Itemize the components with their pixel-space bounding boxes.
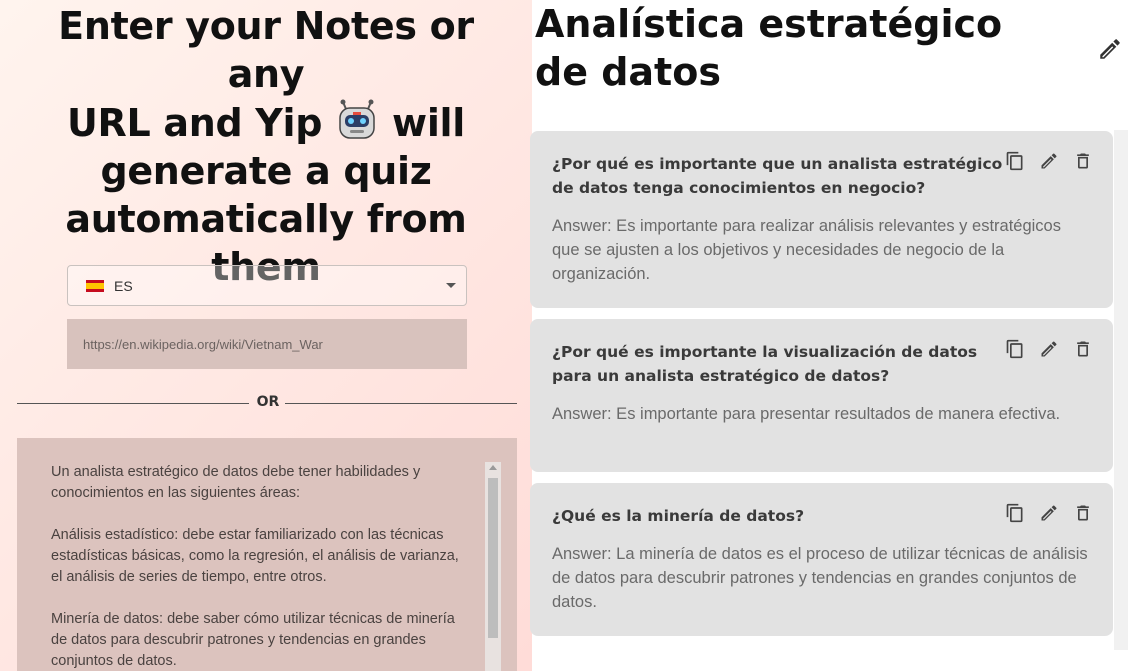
quiz-card-question: ¿Qué es la minería de datos? xyxy=(552,507,805,525)
edit-pencil-icon[interactable] xyxy=(1039,339,1059,359)
edit-title-pencil-icon[interactable] xyxy=(1097,36,1123,62)
quiz-generator-panel: Enter your Notes or any URL and Yip will xyxy=(0,0,532,671)
url-input-placeholder: https://en.wikipedia.org/wiki/Vietnam_Wa… xyxy=(83,336,323,352)
quiz-card-answer: Answer: Es importante para presentar res… xyxy=(552,405,1061,423)
quiz-title: Analística estratégico de datos xyxy=(535,0,1055,96)
copy-icon[interactable] xyxy=(1005,503,1025,523)
quiz-card-question: ¿Por qué es importante la visualización … xyxy=(552,343,978,385)
quiz-card: ¿Qué es la minería de datos? Answer: La … xyxy=(530,483,1113,636)
hero-line-2: URL and Yip will xyxy=(14,98,518,147)
or-divider-label: OR xyxy=(256,394,280,410)
quiz-card: ¿Por qué es importante la visualización … xyxy=(530,319,1113,472)
spain-flag-icon xyxy=(86,279,104,292)
quiz-card-question: ¿Por qué es importante que un analista e… xyxy=(552,155,1003,197)
quiz-title-line-2: de datos xyxy=(535,50,721,94)
quiz-title-line-1: Analística estratégico xyxy=(535,2,1003,46)
hero-line-2-start: URL and Yip xyxy=(67,101,323,145)
delete-trash-icon[interactable] xyxy=(1073,339,1093,359)
robot-icon xyxy=(335,98,379,142)
hero-line-2-end: will xyxy=(392,101,465,145)
notes-textarea[interactable]: Un analista estratégico de datos debe te… xyxy=(17,438,517,671)
scroll-thumb[interactable] xyxy=(488,478,498,638)
edit-pencil-icon[interactable] xyxy=(1039,151,1059,171)
notes-text: Un analista estratégico de datos debe te… xyxy=(51,464,459,669)
quiz-card-answer: Answer: La minería de datos es el proces… xyxy=(552,545,1088,611)
quiz-card-actions xyxy=(1005,151,1093,171)
scroll-up-arrow-icon[interactable] xyxy=(489,465,497,470)
copy-icon[interactable] xyxy=(1005,339,1025,359)
copy-icon[interactable] xyxy=(1005,151,1025,171)
quiz-card: ¿Por qué es importante que un analista e… xyxy=(530,131,1113,308)
divider-line-right xyxy=(285,403,517,404)
divider-line-left xyxy=(17,403,249,404)
delete-trash-icon[interactable] xyxy=(1073,503,1093,523)
chevron-down-icon xyxy=(446,283,456,288)
edit-pencil-icon[interactable] xyxy=(1039,503,1059,523)
delete-trash-icon[interactable] xyxy=(1073,151,1093,171)
url-input[interactable]: https://en.wikipedia.org/wiki/Vietnam_Wa… xyxy=(67,319,467,369)
quiz-scrollbar[interactable] xyxy=(1114,130,1128,650)
hero-line-4: automatically from xyxy=(65,197,467,241)
hero-line-3: generate a quiz xyxy=(100,149,432,193)
language-select[interactable]: ES xyxy=(67,265,467,306)
quiz-card-actions xyxy=(1005,339,1093,359)
quiz-card-actions xyxy=(1005,503,1093,523)
notes-scrollbar[interactable] xyxy=(485,462,501,671)
hero-heading: Enter your Notes or any URL and Yip will xyxy=(14,2,518,291)
quiz-card-answer: Answer: Es importante para realizar anál… xyxy=(552,217,1061,283)
hero-line-1: Enter your Notes or any xyxy=(58,4,474,96)
language-select-value: ES xyxy=(114,277,133,294)
